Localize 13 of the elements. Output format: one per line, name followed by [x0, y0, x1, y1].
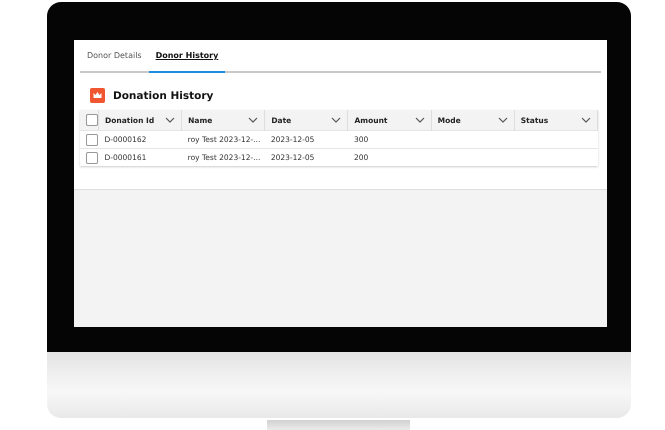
crown-icon: [90, 88, 105, 103]
chevron-down-icon[interactable]: [581, 117, 591, 123]
checkbox[interactable]: [86, 134, 98, 146]
chevron-down-icon[interactable]: [165, 117, 176, 123]
tab[interactable]: Donor Details: [80, 40, 149, 73]
chevron-down-icon[interactable]: [414, 117, 425, 123]
tab[interactable]: Donor History: [148, 40, 226, 73]
checkbox[interactable]: [86, 114, 98, 126]
checkbox[interactable]: [86, 152, 98, 164]
chevron-down-icon[interactable]: [331, 117, 342, 123]
card-title: Donation History: [113, 90, 214, 102]
chevron-down-icon[interactable]: [248, 117, 258, 123]
chevron-down-icon[interactable]: [498, 117, 508, 123]
